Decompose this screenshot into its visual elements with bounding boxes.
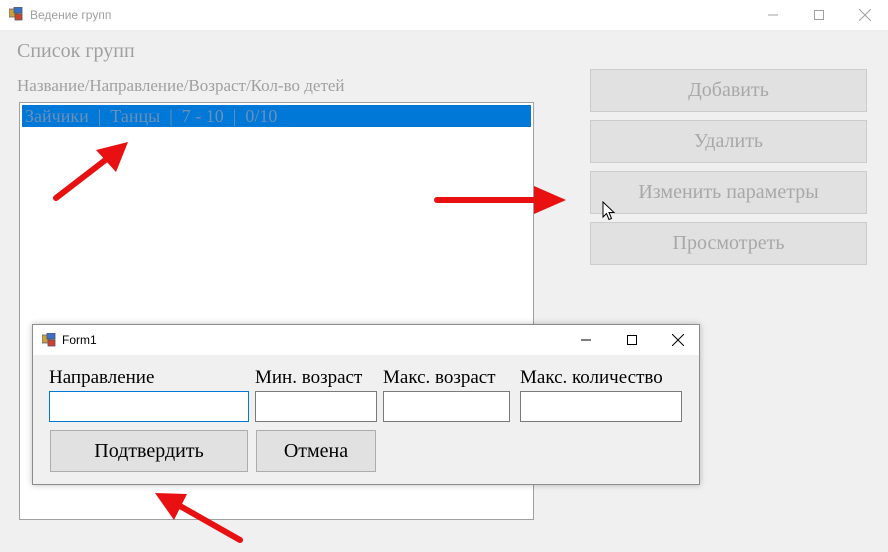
dialog-titlebar: Form1 <box>33 325 699 355</box>
minimize-icon <box>581 339 591 341</box>
dialog-minimize-button[interactable] <box>563 325 609 355</box>
direction-label: Направление <box>49 367 155 388</box>
delete-button[interactable]: Удалить <box>590 120 867 163</box>
mouse-cursor-icon <box>602 201 616 221</box>
list-item[interactable]: Зайчики | Танцы | 7 - 10 | 0/10 <box>22 105 531 127</box>
close-icon <box>859 9 871 21</box>
minimize-icon <box>768 14 778 16</box>
maximize-icon <box>627 335 637 345</box>
max-count-label: Макс. количество <box>520 367 663 388</box>
list-title: Список групп <box>17 40 135 62</box>
list-column-header: Название/Направление/Возраст/Кол-во дете… <box>17 76 345 95</box>
close-icon <box>672 334 684 346</box>
maximize-icon <box>814 10 824 20</box>
view-button[interactable]: Просмотреть <box>590 222 867 265</box>
min-age-label: Мин. возраст <box>255 367 363 388</box>
app-icon <box>9 7 23 21</box>
dialog-window: Form1 Направление Мин. возраст Макс. воз… <box>32 324 700 485</box>
max-count-input[interactable] <box>520 391 682 422</box>
window-title: Ведение групп <box>30 8 112 22</box>
main-titlebar: Ведение групп <box>0 0 888 30</box>
dialog-title: Form1 <box>62 333 97 347</box>
edit-parameters-button[interactable]: Изменить параметры <box>590 171 867 214</box>
max-age-label: Макс. возраст <box>383 367 496 388</box>
min-age-input[interactable] <box>255 391 377 422</box>
minimize-button[interactable] <box>750 0 796 30</box>
maximize-button[interactable] <box>796 0 842 30</box>
confirm-button[interactable]: Подтвердить <box>50 430 248 472</box>
add-button[interactable]: Добавить <box>590 69 867 112</box>
dialog-maximize-button[interactable] <box>609 325 655 355</box>
dialog-close-button[interactable] <box>655 325 701 355</box>
max-age-input[interactable] <box>383 391 510 422</box>
close-button[interactable] <box>842 0 888 30</box>
direction-input[interactable] <box>49 391 249 422</box>
app-icon <box>42 333 56 347</box>
cancel-button[interactable]: Отмена <box>256 430 376 472</box>
